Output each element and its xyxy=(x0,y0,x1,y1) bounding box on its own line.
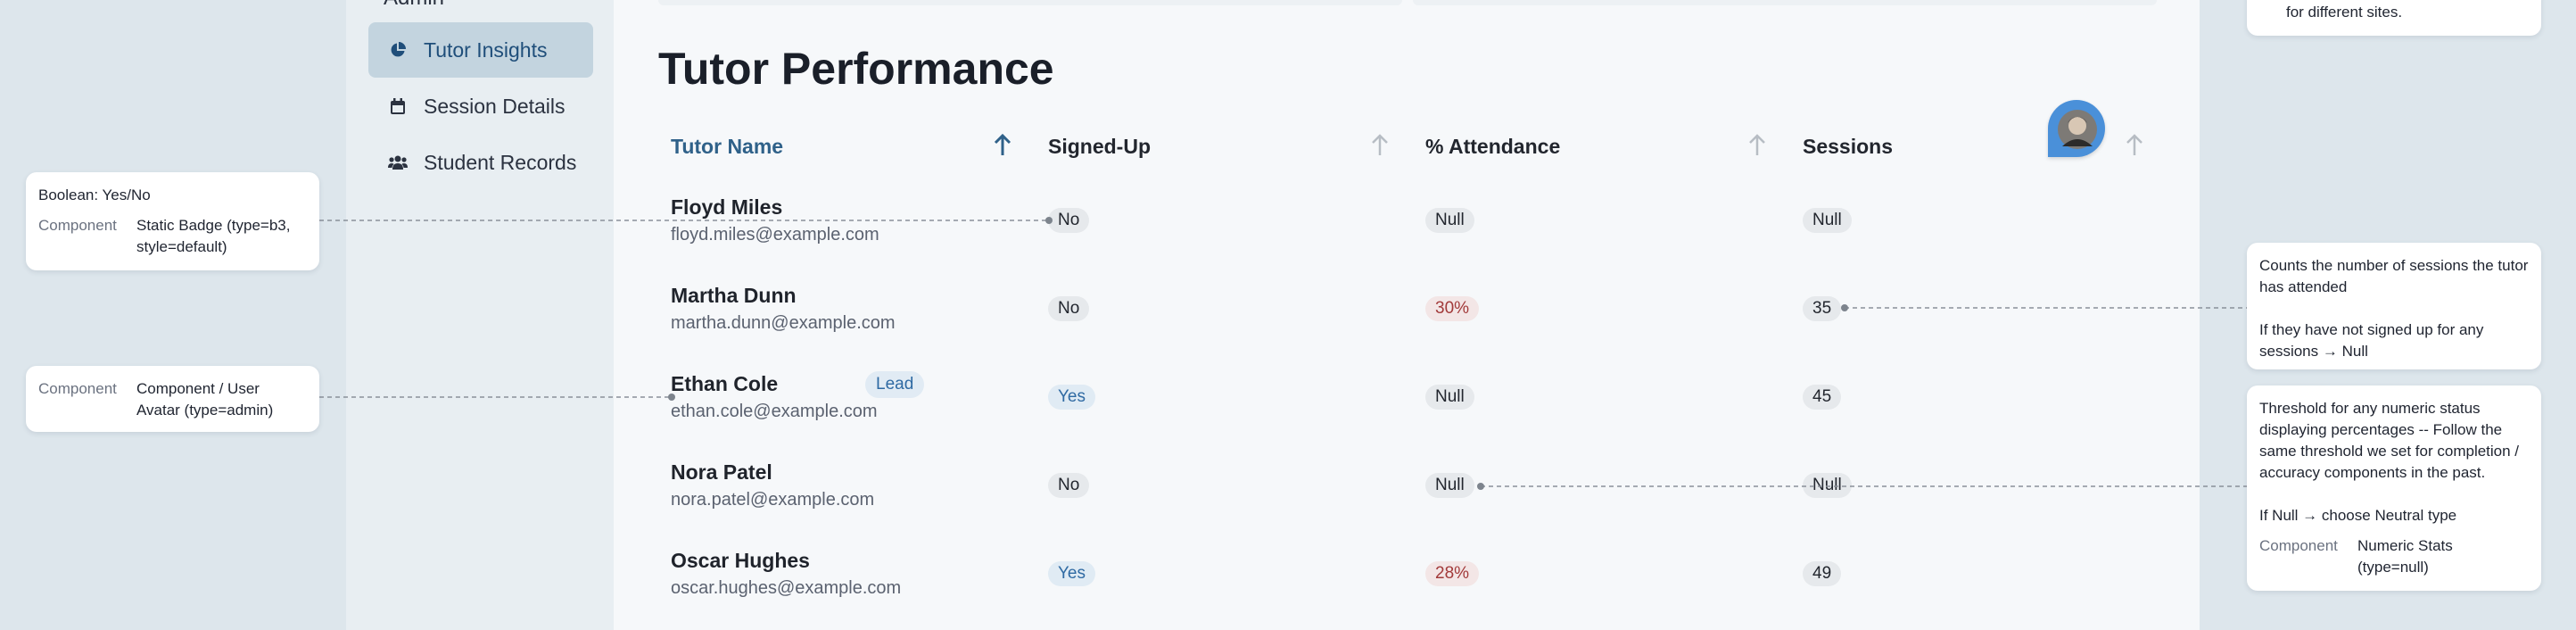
annotation-connectors xyxy=(319,217,2247,490)
annotation-text: for different sites. xyxy=(2286,4,2403,21)
annotation-note: for different sites. xyxy=(2247,0,2541,36)
annotation-text: If they have not signed up for any sessi… xyxy=(2259,321,2484,360)
annotation-value: Numeric Stats (type=null) xyxy=(2357,537,2453,576)
annotation-text: If Null → choose Neutral type xyxy=(2259,507,2457,524)
annotation-value: Component / User Avatar (type=admin) xyxy=(136,380,274,419)
connector-dot xyxy=(1841,304,1848,311)
connector-dot xyxy=(1477,483,1484,490)
annotation-key: Component xyxy=(2259,537,2338,554)
annotation-key: Component xyxy=(38,380,117,397)
annotation-note-avatar: Component Component / User Avatar (type=a… xyxy=(26,366,319,432)
annotation-note-sessions: Counts the number of sessions the tutor … xyxy=(2247,243,2541,369)
annotation-text: Threshold for any numeric status display… xyxy=(2259,400,2520,481)
annotation-note-threshold: Threshold for any numeric status display… xyxy=(2247,385,2541,591)
connector-dot xyxy=(668,394,675,401)
annotation-key: Component xyxy=(38,217,117,234)
annotation-note-boolean: Boolean: Yes/No Component Static Badge (t… xyxy=(26,172,319,270)
annotation-value: Static Badge (type=b3, style=default) xyxy=(136,217,291,255)
connector-dot xyxy=(1045,217,1053,224)
annotation-title: Boolean: Yes/No xyxy=(38,187,151,203)
annotation-text: Counts the number of sessions the tutor … xyxy=(2259,257,2529,295)
